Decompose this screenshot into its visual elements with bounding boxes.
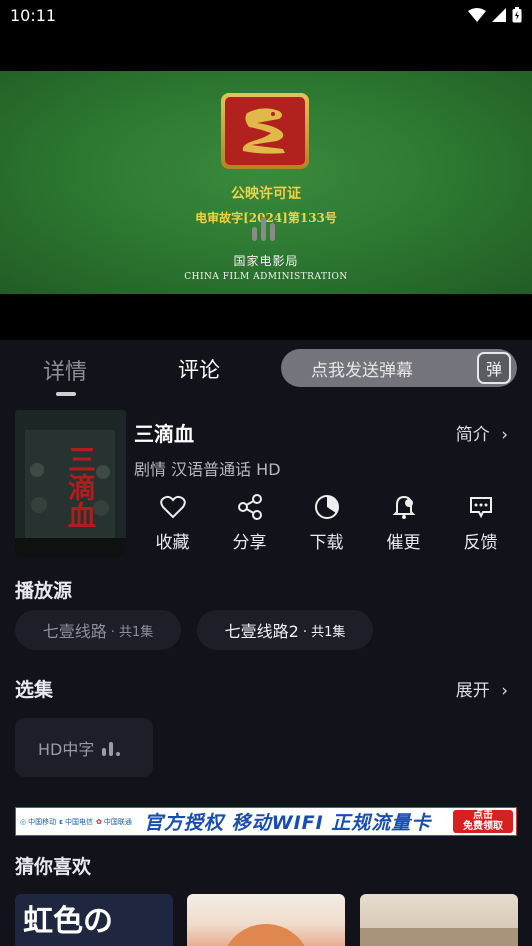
china-unicom-logo: ✿ 中国联通	[96, 817, 132, 826]
ad-cta-button[interactable]: 点击 免费领取	[453, 810, 513, 833]
share-icon	[237, 494, 262, 520]
administration-name-cn: 国家电影局	[233, 254, 299, 268]
share-button[interactable]: 分享	[211, 492, 288, 553]
poster-landscape	[360, 928, 518, 946]
video-player[interactable]: 公映许可证 电审故字[2024]第133号 国家电影局 CHINA FILM A…	[0, 30, 532, 340]
update-request-button[interactable]: 催更	[365, 492, 442, 553]
danmaku-toggle-icon[interactable]: 弹	[477, 352, 511, 384]
feedback-icon	[469, 497, 492, 519]
film-administration-logo	[221, 93, 309, 169]
administration-name-en: CHINA FILM ADMINISTRATION	[184, 272, 348, 282]
poster-title: 三滴血	[64, 445, 97, 529]
feedback-button[interactable]: 反馈	[442, 492, 519, 553]
ad-banner[interactable]: ◎ 中国移动 ε 中国电信 ✿ 中国联通 官方授权 移动WIFI 正规流量卡 点击 免…	[15, 807, 517, 836]
source-chip-selected[interactable]: 七壹线路2 · 共1集	[197, 610, 373, 650]
recommendation-card[interactable]	[187, 894, 345, 946]
chevron-right-icon: ›	[501, 681, 508, 701]
status-icons	[468, 7, 522, 23]
movie-poster[interactable]: 三滴血	[15, 410, 126, 557]
recommendation-list: 虹色の	[0, 894, 532, 946]
danmaku-input[interactable]: 点我发送弹幕 弹	[281, 349, 517, 387]
bell-icon	[392, 495, 415, 519]
download-button[interactable]: 下载	[288, 492, 365, 553]
source-chip[interactable]: 七壹线路 · 共1集	[15, 610, 181, 650]
license-screen: 公映许可证 电审故字[2024]第133号 国家电影局 CHINA FILM A…	[0, 71, 532, 294]
expand-episodes-button[interactable]: 展开 ›	[456, 676, 508, 701]
episode-item[interactable]: HD中字	[15, 718, 153, 777]
detail-tabs: 详情 评论 点我发送弹幕 弹	[0, 340, 532, 400]
download-icon	[314, 495, 339, 519]
action-bar: 收藏 分享 下载 催更 反馈	[134, 492, 519, 553]
license-title: 公映许可证	[231, 186, 301, 202]
signal-icon	[492, 8, 506, 22]
recommendation-card[interactable]: 虹色の	[15, 894, 173, 946]
china-telecom-logo: ε 中国电信	[59, 817, 94, 826]
loading-indicator	[252, 217, 275, 241]
favorite-button[interactable]: 收藏	[134, 492, 211, 553]
synopsis-button[interactable]: 简介 ›	[456, 420, 508, 445]
battery-icon	[512, 7, 522, 23]
episodes-title: 选集	[15, 679, 54, 701]
recommendation-card[interactable]	[360, 894, 518, 946]
recommendations-title: 猜你喜欢	[15, 856, 92, 878]
dragon-icon	[242, 108, 285, 154]
chevron-right-icon: ›	[501, 425, 508, 445]
movie-info: 三滴血 三滴血 剧情 汉语普通话 HD 简介 › 收藏 分享 下载 催更 反馈	[0, 410, 532, 560]
danmaku-placeholder: 点我发送弹幕	[311, 360, 413, 381]
status-bar: 10:11	[0, 0, 532, 30]
status-time: 10:11	[10, 5, 57, 25]
ad-text: 官方授权 移动WIFI 正规流量卡	[144, 812, 432, 834]
tab-indicator	[56, 392, 76, 396]
china-mobile-logo: ◎ 中国移动	[20, 817, 57, 826]
heart-icon	[159, 495, 186, 519]
tab-comments[interactable]: 评论	[178, 354, 220, 384]
wifi-icon	[468, 8, 486, 22]
operator-logos: ◎ 中国移动 ε 中国电信 ✿ 中国联通	[16, 808, 144, 835]
sources-title: 播放源	[15, 580, 73, 602]
playing-indicator-icon	[102, 740, 121, 756]
tab-details[interactable]: 详情	[43, 354, 87, 386]
poster-figure	[221, 924, 311, 946]
movie-meta: 剧情 汉语普通话 HD	[134, 460, 281, 479]
movie-title: 三滴血	[134, 422, 194, 446]
